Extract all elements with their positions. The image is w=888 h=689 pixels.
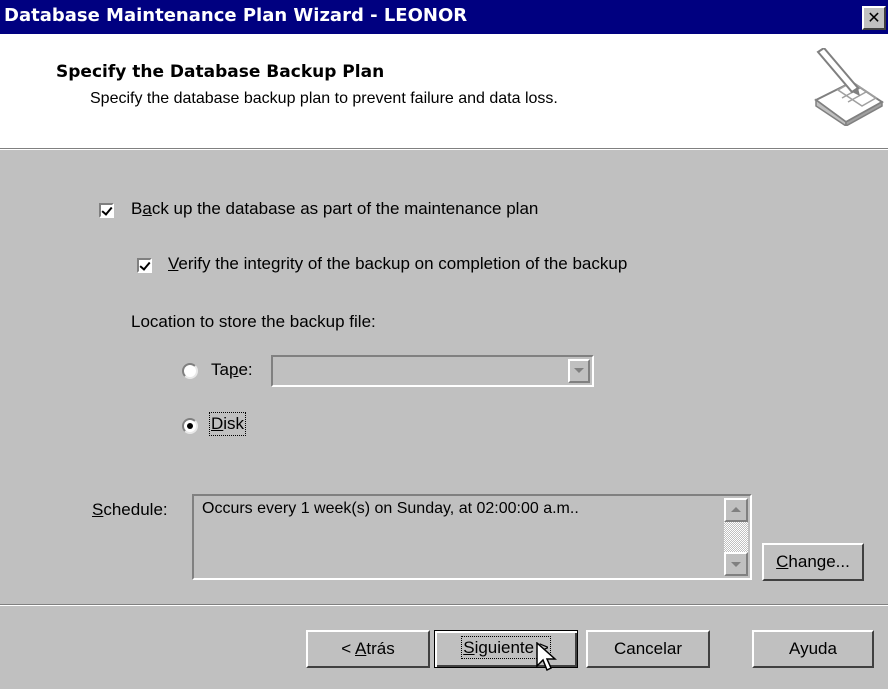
scroll-down-button[interactable]: [724, 552, 748, 576]
close-icon: ✕: [867, 8, 881, 27]
disk-radio[interactable]: [182, 418, 198, 434]
verify-checkbox[interactable]: [137, 258, 152, 273]
tape-device-combo[interactable]: [271, 355, 594, 387]
page-subtitle: Specify the database backup plan to prev…: [90, 90, 558, 107]
help-button[interactable]: Ayuda: [752, 630, 874, 668]
scroll-up-button[interactable]: [724, 498, 748, 522]
schedule-text: Occurs every 1 week(s) on Sunday, at 02:…: [202, 500, 579, 517]
change-schedule-button[interactable]: Change...: [762, 543, 864, 581]
location-label: Location to store the backup file:: [131, 312, 376, 331]
schedule-description-box[interactable]: Occurs every 1 week(s) on Sunday, at 02:…: [192, 494, 752, 580]
schedule-scrollbar[interactable]: [724, 498, 748, 576]
page-title: Specify the Database Backup Plan: [56, 62, 385, 82]
window-title: Database Maintenance Plan Wizard - LEONO…: [4, 5, 468, 26]
backup-checkbox-label[interactable]: Back up the database as part of the main…: [131, 199, 538, 219]
close-button[interactable]: ✕: [862, 6, 886, 30]
wizard-header: Specify the Database Backup Plan Specify…: [0, 34, 888, 148]
mouse-cursor-icon: [536, 642, 557, 672]
footer-separator: [0, 604, 888, 606]
verify-checkbox-label[interactable]: Verify the integrity of the backup on co…: [168, 254, 627, 274]
tape-label[interactable]: Tape:: [211, 360, 253, 380]
combo-dropdown-button[interactable]: [568, 359, 590, 383]
wizard-notepad-icon: [814, 48, 884, 126]
back-button[interactable]: < Atrás: [306, 630, 430, 668]
disk-label[interactable]: Disk: [208, 412, 247, 436]
backup-checkbox[interactable]: [99, 203, 114, 218]
tape-radio[interactable]: [182, 363, 198, 379]
cancel-button[interactable]: Cancelar: [586, 630, 710, 668]
header-separator: [0, 148, 888, 150]
title-bar[interactable]: Database Maintenance Plan Wizard - LEONO…: [0, 0, 888, 34]
schedule-label: Schedule:: [92, 500, 168, 519]
